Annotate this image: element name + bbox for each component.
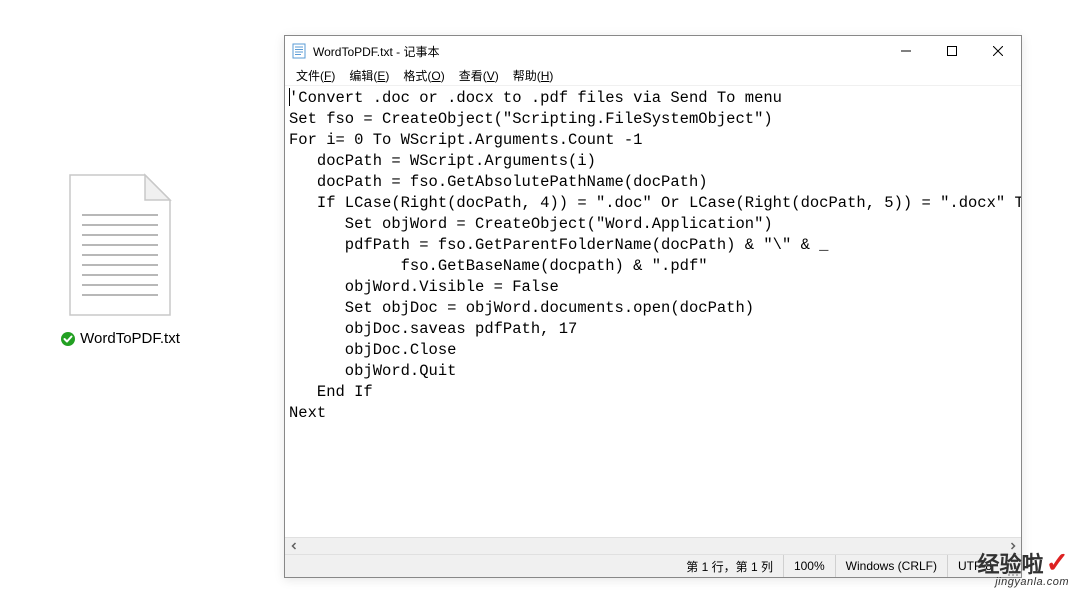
- text-file-icon: [60, 170, 180, 320]
- close-button[interactable]: [975, 36, 1021, 66]
- desktop-file-name: WordToPDF.txt: [80, 330, 180, 347]
- statusbar: 第 1 行，第 1 列 100% Windows (CRLF) UTF-8: [285, 554, 1021, 577]
- desktop-file[interactable]: WordToPDF.txt: [30, 170, 210, 347]
- watermark-text: 经验啦: [978, 554, 1044, 576]
- horizontal-scrollbar[interactable]: [285, 537, 1021, 554]
- status-zoom: 100%: [783, 555, 835, 577]
- editor-textarea[interactable]: 'Convert .doc or .docx to .pdf files via…: [285, 86, 1021, 537]
- status-line-ending: Windows (CRLF): [835, 555, 947, 577]
- maximize-button[interactable]: [929, 36, 975, 66]
- menu-edit[interactable]: 编辑(E): [343, 65, 395, 86]
- window-title: WordToPDF.txt - 记事本: [313, 43, 883, 60]
- notepad-app-icon: [291, 43, 307, 59]
- menu-file[interactable]: 文件(F): [290, 65, 341, 86]
- minimize-button[interactable]: [883, 36, 929, 66]
- menubar: 文件(F) 编辑(E) 格式(O) 查看(V) 帮助(H): [285, 66, 1021, 86]
- menu-format[interactable]: 格式(O): [397, 65, 450, 86]
- menu-help[interactable]: 帮助(H): [507, 65, 560, 86]
- titlebar[interactable]: WordToPDF.txt - 记事本: [285, 36, 1021, 66]
- scrollbar-track[interactable]: [302, 538, 1004, 555]
- sync-check-icon: [60, 331, 76, 347]
- watermark: 经验啦 ✓ jingyanla.com: [978, 549, 1069, 588]
- menu-view[interactable]: 查看(V): [453, 65, 505, 86]
- notepad-window: WordToPDF.txt - 记事本 文件(F) 编辑(E) 格式(O) 查看…: [284, 35, 1022, 578]
- desktop-file-label: WordToPDF.txt: [30, 330, 210, 347]
- watermark-url: jingyanla.com: [978, 577, 1069, 588]
- watermark-check-icon: ✓: [1046, 549, 1069, 577]
- scroll-left-button[interactable]: [285, 538, 302, 555]
- status-position: 第 1 行，第 1 列: [676, 555, 783, 577]
